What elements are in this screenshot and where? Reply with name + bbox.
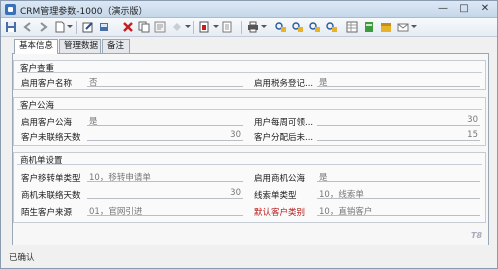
status-text: 已确认 xyxy=(9,253,35,263)
app-icon xyxy=(5,4,16,15)
copy-icon[interactable] xyxy=(138,21,150,33)
back-icon[interactable] xyxy=(22,21,34,33)
field-value[interactable]: 30 xyxy=(317,115,480,126)
field-label: 线索单类型 xyxy=(254,191,297,201)
print-dropdown-caret[interactable] xyxy=(261,25,267,28)
field-label: 客户移转单类型 xyxy=(21,174,81,184)
field-value[interactable]: 10，线索单 xyxy=(317,188,480,200)
toolbar-separator xyxy=(76,21,77,34)
status-bar: 已确认 xyxy=(1,245,497,268)
forward-icon[interactable] xyxy=(37,21,49,33)
link-remove-icon[interactable] xyxy=(309,21,321,33)
table-icon[interactable] xyxy=(346,21,358,33)
field-label: 陌生客户来源 xyxy=(21,208,73,218)
field-label: 用户每周可领... xyxy=(254,118,314,128)
mail-dropdown-caret[interactable] xyxy=(411,25,417,28)
link-icon[interactable] xyxy=(275,21,287,33)
audit-icon[interactable] xyxy=(326,21,338,33)
field-value[interactable]: 是 xyxy=(87,115,243,127)
print-icon[interactable] xyxy=(247,21,259,33)
title-bar: CRM管理参数-1000（演示版） — □ ✕ xyxy=(1,1,497,18)
field-value[interactable]: 30 xyxy=(87,188,243,199)
field-label: 启用商机公海 xyxy=(254,174,306,184)
group-customer-check: 客户查重 启用客户名称 否 启用税务登记... 是 xyxy=(13,60,486,90)
field-value[interactable]: 30 xyxy=(87,130,243,141)
tab-notes[interactable]: 备注 xyxy=(102,39,130,53)
tab-basic-info[interactable]: 基本信息 xyxy=(14,39,58,54)
undo-icon[interactable] xyxy=(171,21,183,33)
window-title: CRM管理参数-1000（演示版） xyxy=(20,7,148,17)
field-value[interactable]: 01，官网引进 xyxy=(87,205,243,217)
minimize-button[interactable]: — xyxy=(436,3,450,16)
tab-management-data[interactable]: 管理数据 xyxy=(59,39,101,53)
toolbar xyxy=(1,18,497,37)
field-label: 客户未联络天数 xyxy=(21,133,81,143)
field-label: 启用客户公海 xyxy=(21,118,73,128)
field-label: 商机未联络天数 xyxy=(21,191,81,201)
field-value[interactable]: 15 xyxy=(317,130,480,141)
group-divider xyxy=(17,164,482,165)
toolbar-separator xyxy=(241,21,242,34)
field-label: 启用税务登记... xyxy=(254,79,314,89)
watermark-logo: T8 xyxy=(471,231,483,240)
field-label: 客户分配后未... xyxy=(254,133,314,143)
edit-icon[interactable] xyxy=(82,21,94,33)
new-dropdown-caret[interactable] xyxy=(67,25,73,28)
group-opportunity-settings: 商机单设置 客户移转单类型 10，移转申请单 启用商机公海 是 商机未联络天数 … xyxy=(13,152,486,223)
export-icon[interactable] xyxy=(363,21,375,33)
undo-dropdown-caret[interactable] xyxy=(185,25,191,28)
report-icon[interactable] xyxy=(221,21,233,33)
field-label-required: 默认客户类别 xyxy=(254,208,306,218)
close-icon[interactable] xyxy=(122,21,134,33)
field-value[interactable]: 是 xyxy=(317,171,480,183)
field-value[interactable]: 10，移转申请单 xyxy=(87,171,243,183)
filter-dropdown-caret[interactable] xyxy=(213,25,219,28)
save-icon[interactable] xyxy=(5,21,17,33)
group-divider xyxy=(17,109,482,110)
field-value[interactable]: 10，直销客户 xyxy=(317,205,480,217)
field-value[interactable]: 是 xyxy=(317,76,480,88)
group-divider xyxy=(17,72,482,73)
toolbar-separator xyxy=(193,21,194,34)
properties-icon[interactable] xyxy=(154,21,166,33)
archive-icon[interactable] xyxy=(380,21,392,33)
group-customer-pool: 客户公海 启用客户公海 是 用户每周可领... 30 客户未联络天数 30 客户… xyxy=(13,97,486,146)
filter-icon[interactable] xyxy=(199,21,211,33)
app-window: CRM管理参数-1000（演示版） — □ ✕ 基本信息 管理数据 备注 客户查… xyxy=(0,0,498,269)
delete-icon[interactable] xyxy=(98,21,110,33)
field-label: 启用客户名称 xyxy=(21,79,73,89)
close-window-button[interactable]: ✕ xyxy=(478,3,492,16)
new-icon[interactable] xyxy=(54,21,66,33)
link-add-icon[interactable] xyxy=(292,21,304,33)
maximize-button[interactable]: □ xyxy=(457,3,471,16)
field-value[interactable]: 否 xyxy=(87,76,243,88)
mail-icon[interactable] xyxy=(397,21,409,33)
